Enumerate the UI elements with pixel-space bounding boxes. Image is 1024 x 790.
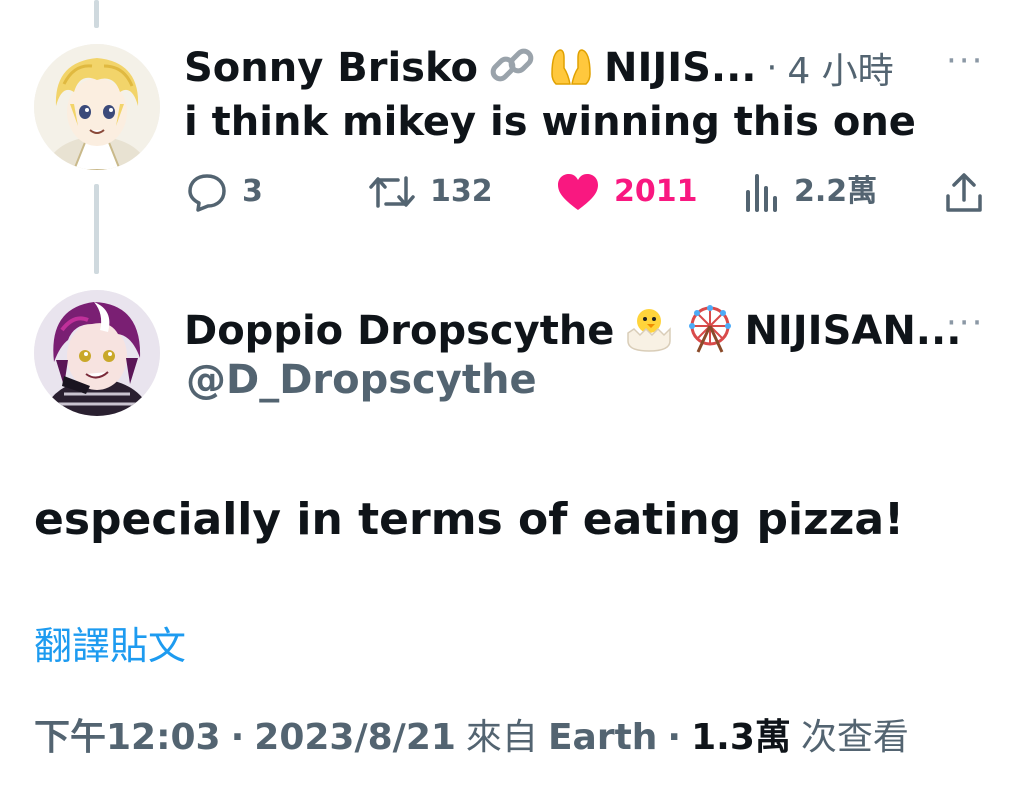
tweet-time[interactable]: 下午12:03 (34, 718, 221, 758)
like-count: 2011 (614, 174, 698, 209)
main-handle[interactable]: @D_Dropscythe (186, 358, 537, 402)
meta-separator-2: · (667, 717, 682, 758)
parent-tweet-text: i think mikey is winning this one (184, 99, 916, 145)
translate-post-link[interactable]: 翻譯貼文 (34, 625, 186, 668)
view-count[interactable]: 1.3萬 (691, 718, 791, 758)
tweet-date[interactable]: 2023/8/21 (254, 718, 456, 758)
tweet-metadata: 下午12:03 · 2023/8/21 來自 Earth · 1.3萬 次查看 (34, 718, 909, 758)
avatar-doppio[interactable] (34, 290, 160, 416)
parent-tweet-header: Sonny Brisko NIJIS... · 4 小時 (184, 42, 894, 94)
thread-line-bottom (94, 184, 99, 274)
retweet-icon (369, 176, 415, 208)
meta-separator-1: · (230, 717, 245, 758)
parent-more-icon[interactable]: ··· (946, 44, 984, 78)
parent-name-suffix: NIJIS... (603, 45, 757, 91)
main-display-name[interactable]: Doppio Dropscythe (184, 311, 614, 351)
share-button[interactable] (944, 172, 984, 214)
views-icon (746, 174, 777, 212)
views-button[interactable]: 2.2萬 (744, 172, 877, 212)
hatching-chick-icon (622, 305, 676, 357)
main-name-suffix: NIJISAN... (744, 308, 962, 354)
main-more-icon[interactable]: ··· (946, 306, 984, 340)
tweet-source: Earth (547, 717, 658, 758)
ferris-wheel-icon (684, 304, 736, 358)
raising-hands-icon (548, 44, 594, 92)
retweet-count: 132 (430, 174, 493, 209)
source-prefix: 來自 (465, 717, 538, 758)
main-tweet-header: Doppio Dropscythe NIJISAN... (184, 304, 961, 358)
parent-separator: · (766, 48, 778, 88)
link-icon (488, 44, 538, 92)
reply-button[interactable]: 3 (186, 172, 263, 212)
reply-count: 3 (242, 174, 263, 209)
thread-line-top (94, 0, 99, 28)
parent-time-ago[interactable]: 4 小時 (787, 42, 893, 94)
avatar-sonny-art (34, 44, 160, 170)
views-count: 2.2萬 (794, 174, 878, 209)
reply-icon (188, 174, 226, 212)
like-button[interactable]: 2011 (556, 172, 698, 212)
heart-icon (558, 174, 598, 210)
avatar-doppio-art (34, 290, 160, 416)
main-tweet-text: especially in terms of eating pizza! (34, 494, 905, 545)
retweet-button[interactable]: 132 (368, 172, 493, 212)
view-label: 次查看 (800, 717, 909, 758)
parent-display-name[interactable]: Sonny Brisko (184, 48, 478, 88)
share-icon (946, 173, 982, 212)
avatar-sonny[interactable] (34, 44, 160, 170)
